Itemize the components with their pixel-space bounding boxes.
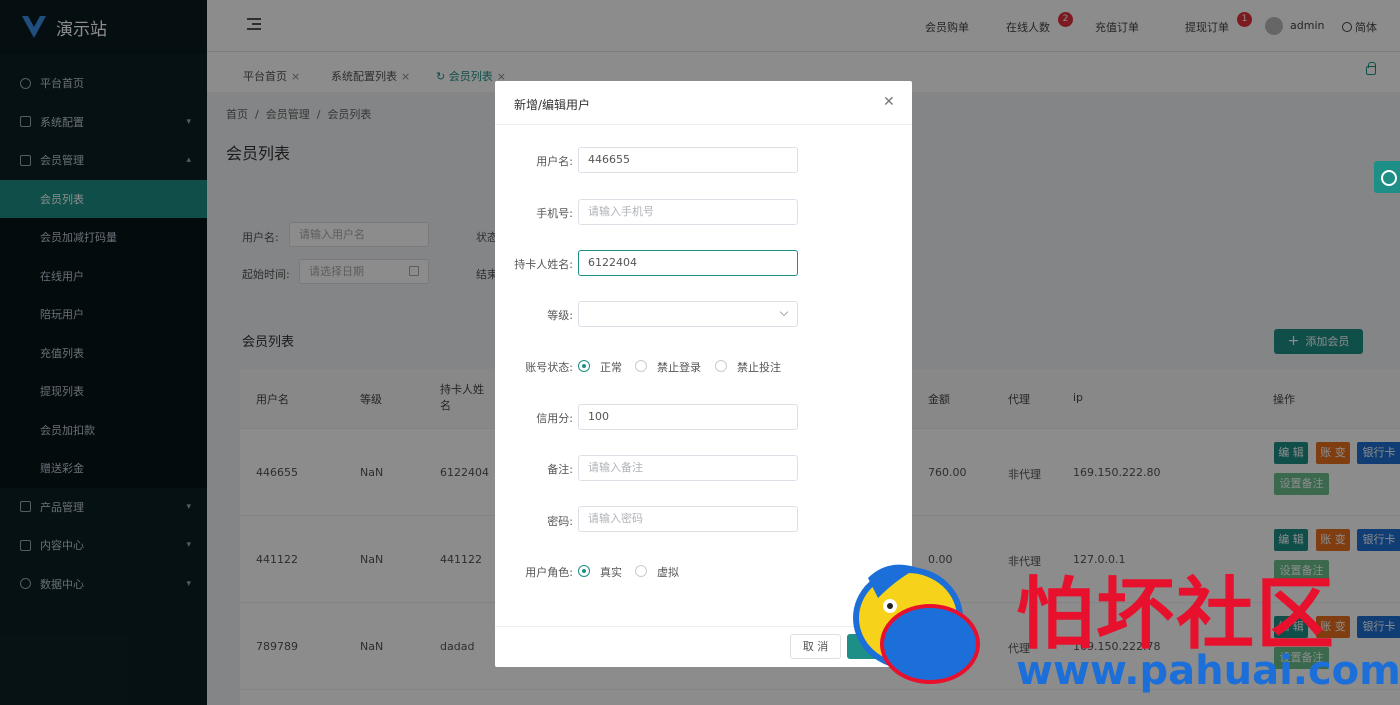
status-radio-no-bet[interactable] xyxy=(715,360,727,372)
phone-input[interactable]: 请输入手机号 xyxy=(578,199,798,225)
settings-gear-icon[interactable] xyxy=(1374,161,1400,193)
credit-input[interactable]: 100 xyxy=(578,404,798,430)
role-option-virtual[interactable]: 虚拟 xyxy=(657,564,679,580)
dialog-title: 新增/编辑用户 xyxy=(514,98,591,112)
role-radio-virtual[interactable] xyxy=(635,565,647,577)
status-option-no-bet[interactable]: 禁止投注 xyxy=(737,359,781,375)
holder-label: 持卡人姓名: xyxy=(514,258,573,271)
chevron-down-icon xyxy=(779,307,789,317)
status-option-no-login[interactable]: 禁止登录 xyxy=(657,359,701,375)
cancel-button[interactable]: 取 消 xyxy=(790,634,841,659)
level-select[interactable] xyxy=(578,301,798,327)
status-radio-no-login[interactable] xyxy=(635,360,647,372)
role-option-real[interactable]: 真实 xyxy=(600,564,622,580)
status-label: 账号状态: xyxy=(525,361,573,374)
role-radio-real[interactable] xyxy=(578,565,590,577)
note-label: 备注: xyxy=(547,463,573,476)
username-label: 用户名: xyxy=(536,155,573,168)
watermark-logo xyxy=(853,564,980,684)
password-label: 密码: xyxy=(547,515,573,528)
watermark-url: www.pahuai.com xyxy=(1016,648,1400,694)
close-icon[interactable]: ✕ xyxy=(883,94,895,110)
credit-label: 信用分: xyxy=(536,412,573,425)
password-input[interactable]: 请输入密码 xyxy=(578,506,798,532)
role-label: 用户角色: xyxy=(525,566,573,579)
phone-label: 手机号: xyxy=(536,207,573,220)
note-input[interactable]: 请输入备注 xyxy=(578,455,798,481)
username-input[interactable]: 446655 xyxy=(578,147,798,173)
status-option-normal[interactable]: 正常 xyxy=(600,359,622,375)
holder-name-input[interactable]: 6122404 xyxy=(578,250,798,276)
status-radio-normal[interactable] xyxy=(578,360,590,372)
level-label: 等级: xyxy=(547,309,573,322)
